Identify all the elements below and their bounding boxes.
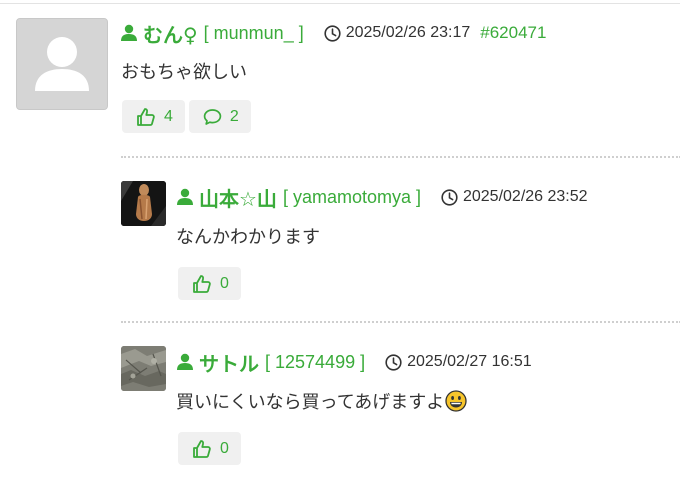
comment-text: おもちゃ欲しい <box>121 62 247 83</box>
timestamp: 2025/02/26 23:17 <box>345 24 471 41</box>
thumbs-up-icon <box>193 439 211 458</box>
like-button[interactable]: 0 <box>178 267 241 300</box>
like-button[interactable]: 0 <box>178 432 241 465</box>
user-id[interactable]: [ munmun_ ] <box>204 23 304 44</box>
thumbs-up-icon <box>193 274 211 293</box>
comment-header: 山本☆山 [ yamamotomya ] 2025/02/26 23:52 <box>176 182 588 212</box>
grinning-face-emoji-icon <box>445 390 467 412</box>
comment-number-link[interactable]: #620471 <box>480 23 546 43</box>
like-count: 0 <box>220 439 229 457</box>
comment-header: サトル [ 12574499 ] 2025/02/27 16:51 <box>176 347 532 377</box>
display-name[interactable]: サトル <box>199 348 259 377</box>
comment-text-wrap: 買いにくいなら買ってあげますよ <box>176 388 467 414</box>
comment-header: むん♀ [ munmun_ ] 2025/02/26 23:17 #620471 <box>120 18 546 48</box>
rock-photo-icon <box>121 346 166 391</box>
avatar[interactable] <box>16 18 108 110</box>
display-name[interactable]: 山本☆山 <box>199 183 277 212</box>
clock-icon <box>324 24 341 42</box>
user-icon <box>177 188 193 205</box>
timestamp: 2025/02/27 16:51 <box>407 353 532 370</box>
top-border <box>0 3 680 4</box>
avatar[interactable] <box>121 181 166 226</box>
timestamp-group: 2025/02/26 23:52 <box>441 188 588 206</box>
comment-actions: 0 <box>178 267 241 300</box>
timestamp-group: 2025/02/26 23:17 <box>324 24 471 42</box>
like-button[interactable]: 4 <box>122 100 185 133</box>
clock-icon <box>441 188 458 206</box>
comment-actions: 4 2 <box>122 100 251 133</box>
comment-text: なんかわかります <box>176 227 320 248</box>
reply-button[interactable]: 2 <box>188 100 251 133</box>
like-count: 4 <box>164 107 173 125</box>
user-icon <box>121 24 137 41</box>
figure-photo-icon <box>121 181 166 226</box>
default-avatar-icon <box>17 19 107 109</box>
like-count: 0 <box>220 274 229 292</box>
user-id[interactable]: [ yamamotomya ] <box>283 187 421 208</box>
comment-text: 買いにくいなら買ってあげますよ <box>176 392 445 413</box>
reply-divider <box>121 156 680 158</box>
timestamp-group: 2025/02/27 16:51 <box>385 353 532 371</box>
user-id[interactable]: [ 12574499 ] <box>265 352 365 373</box>
user-icon <box>177 353 193 370</box>
comment-actions: 0 <box>178 432 241 465</box>
clock-icon <box>385 353 402 371</box>
speech-bubble-icon <box>203 108 222 125</box>
display-name[interactable]: むん♀ <box>143 19 198 48</box>
reply-divider <box>121 321 680 323</box>
timestamp: 2025/02/26 23:52 <box>462 188 588 205</box>
avatar[interactable] <box>121 346 166 391</box>
thumbs-up-icon <box>137 107 155 126</box>
reply-count: 2 <box>229 107 239 125</box>
